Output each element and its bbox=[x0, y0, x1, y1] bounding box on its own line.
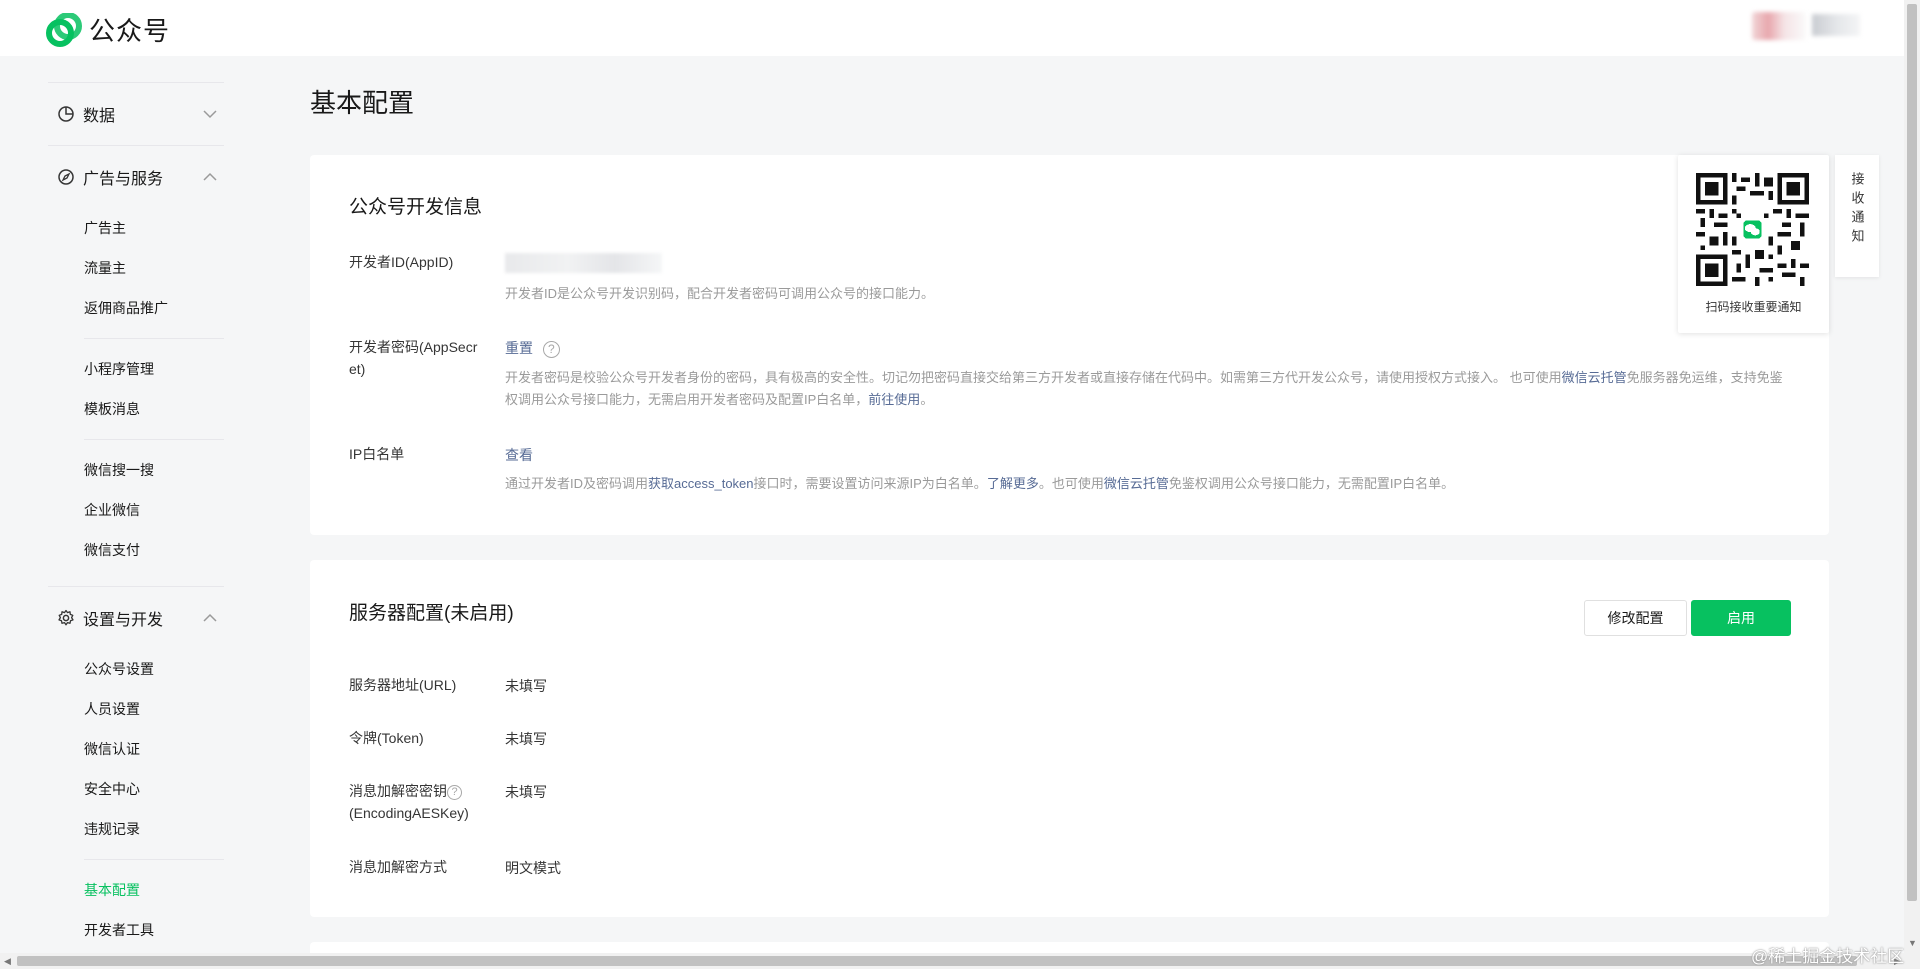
ip-desc-text: 免鉴权调用公众号接口能力，无需配置IP白名单。 bbox=[1168, 476, 1455, 491]
ip-desc-text: 通过开发者ID及密码调用 bbox=[505, 476, 649, 491]
horizontal-scrollbar[interactable]: ◀ ▶ bbox=[0, 953, 1920, 969]
sidebar-item-template-msg[interactable]: 模板消息 bbox=[48, 389, 224, 429]
encrypt-mode-value: 明文模式 bbox=[505, 860, 561, 876]
sidebar-group-label: 数据 bbox=[83, 108, 116, 125]
sidebar-item-dev-tools[interactable]: 开发者工具 bbox=[48, 910, 224, 950]
brand-name: 公众号 bbox=[89, 16, 171, 46]
server-config-card: 服务器配置(未启用) 修改配置 启用 服务器地址(URL) 未填写 令牌(Tok… bbox=[310, 560, 1829, 917]
vertical-scrollbar[interactable]: ▼ bbox=[1904, 0, 1920, 953]
server-url-value: 未填写 bbox=[505, 678, 547, 694]
qr-caption: 扫码接收重要通知 bbox=[1705, 300, 1802, 314]
chevron-up-icon bbox=[202, 610, 218, 626]
avatar[interactable] bbox=[1752, 12, 1806, 40]
receive-notify-label: 接收通知 bbox=[1849, 172, 1865, 248]
gear-icon bbox=[57, 609, 75, 627]
account-menu[interactable] bbox=[1752, 12, 1862, 44]
aeskey-label-sub: (EncodingAESKey) bbox=[349, 805, 469, 821]
appid-value-blurred bbox=[505, 253, 662, 273]
sidebar-item-account-settings[interactable]: 公众号设置 bbox=[48, 649, 224, 689]
sidebar-item-member-settings[interactable]: 人员设置 bbox=[48, 689, 224, 729]
sidebar-item-publisher[interactable]: 流量主 bbox=[48, 248, 224, 288]
qr-code-icon bbox=[1696, 173, 1809, 286]
encrypt-mode-label: 消息加解密方式 bbox=[349, 859, 447, 875]
chevron-up-icon bbox=[202, 169, 218, 185]
sidebar-item-security-center[interactable]: 安全中心 bbox=[48, 769, 224, 809]
scroll-down-arrow-icon[interactable]: ▼ bbox=[1908, 938, 1917, 948]
sidebar-item-miniprogram[interactable]: 小程序管理 bbox=[48, 349, 224, 389]
secret-label: 开发者密码(AppSecret) bbox=[349, 339, 478, 377]
scrollbar-thumb[interactable] bbox=[1907, 4, 1917, 901]
divider bbox=[84, 338, 224, 339]
dev-info-title: 公众号开发信息 bbox=[349, 197, 483, 218]
help-icon[interactable]: ? bbox=[447, 784, 462, 800]
top-bar: 公众号 bbox=[0, 0, 1904, 56]
reset-secret-link[interactable]: 重置 bbox=[505, 340, 533, 356]
aeskey-value: 未填写 bbox=[505, 784, 547, 800]
secret-desc-text: 。 bbox=[920, 392, 934, 407]
aeskey-label-text: 消息加解密密钥 bbox=[349, 783, 447, 799]
sidebar-item-wechat-verify[interactable]: 微信认证 bbox=[48, 729, 224, 769]
sidebar-group-ads-services[interactable]: 广告与服务 bbox=[48, 146, 224, 208]
ip-desc-text: 。也可使用 bbox=[1038, 476, 1104, 491]
cloud-hosting-link[interactable]: 微信云托管 bbox=[1104, 476, 1169, 491]
sidebar-group-data[interactable]: 数据 bbox=[48, 83, 224, 145]
access-token-link[interactable]: 获取access_token bbox=[648, 476, 754, 491]
qr-notify-panel: 扫码接收重要通知 bbox=[1678, 155, 1829, 333]
server-config-title: 服务器配置(未启用) bbox=[349, 603, 514, 624]
sidebar-item-violation-record[interactable]: 违规记录 bbox=[48, 809, 224, 849]
enable-button[interactable]: 启用 bbox=[1691, 600, 1791, 636]
help-icon[interactable]: ? bbox=[542, 340, 560, 358]
sidebar-group-label: 广告与服务 bbox=[83, 171, 164, 188]
sidebar-item-work-wechat[interactable]: 企业微信 bbox=[48, 490, 224, 530]
page-title: 基本配置 bbox=[310, 88, 415, 118]
logo[interactable]: 公众号 bbox=[46, 11, 170, 48]
sidebar-item-advertiser[interactable]: 广告主 bbox=[48, 208, 224, 248]
chevron-down-icon bbox=[202, 106, 218, 122]
dev-info-card: 公众号开发信息 开发者ID(AppID) 开发者ID是公众号开发识别码，配合开发… bbox=[310, 155, 1829, 535]
cloud-hosting-link[interactable]: 微信云托管 bbox=[1562, 370, 1627, 385]
appid-label: 开发者ID(AppID) bbox=[349, 254, 454, 270]
secret-desc: 开发者密码是校验公众号开发者身份的密码，具有极高的安全性。切记勿把密码直接交给第… bbox=[505, 367, 1795, 411]
sidebar: 数据 广告与服务 广告主 流量主 返佣商品推广 小程序管理 模板消息 微信搜一搜… bbox=[48, 56, 224, 950]
appid-desc: 开发者ID是公众号开发识别码，配合开发者密码可调用公众号的接口能力。 bbox=[505, 286, 935, 301]
ip-desc-text: 接口时，需要设置访问来源IP为白名单。 bbox=[753, 476, 987, 491]
token-value: 未填写 bbox=[505, 731, 547, 747]
view-ip-whitelist-link[interactable]: 查看 bbox=[505, 445, 533, 465]
logo-icon bbox=[46, 12, 82, 47]
divider bbox=[84, 439, 224, 440]
receive-notify-tab[interactable]: 接收通知 bbox=[1835, 155, 1879, 277]
pie-chart-icon bbox=[57, 105, 75, 123]
sidebar-group-label: 设置与开发 bbox=[83, 612, 164, 629]
ip-whitelist-label: IP白名单 bbox=[349, 446, 405, 462]
server-url-label: 服务器地址(URL) bbox=[349, 677, 457, 693]
secret-desc-text: 开发者密码是校验公众号开发者身份的密码，具有极高的安全性。切记勿把密码直接交给第… bbox=[505, 370, 1562, 385]
scroll-left-arrow-icon[interactable]: ◀ bbox=[4, 956, 11, 967]
divider bbox=[84, 859, 224, 860]
sidebar-group-settings-dev[interactable]: 设置与开发 bbox=[48, 587, 224, 649]
go-use-link[interactable]: 前往使用 bbox=[868, 392, 920, 407]
learn-more-link[interactable]: 了解更多 bbox=[987, 476, 1039, 491]
scrollbar-thumb[interactable] bbox=[17, 956, 1857, 966]
sidebar-item-basic-config[interactable]: 基本配置 bbox=[48, 870, 224, 910]
sidebar-item-wechat-pay[interactable]: 微信支付 bbox=[48, 530, 224, 570]
sidebar-item-commission-promo[interactable]: 返佣商品推广 bbox=[48, 288, 224, 328]
ip-whitelist-desc: 通过开发者ID及密码调用获取access_token接口时，需要设置访问来源IP… bbox=[505, 473, 1795, 495]
token-label: 令牌(Token) bbox=[349, 730, 424, 746]
sidebar-item-wechat-search[interactable]: 微信搜一搜 bbox=[48, 450, 224, 490]
secret-actions: 重置 ? bbox=[505, 338, 560, 358]
compass-icon bbox=[57, 168, 75, 186]
account-name-blurred[interactable] bbox=[1812, 14, 1860, 36]
modify-config-button[interactable]: 修改配置 bbox=[1584, 600, 1687, 636]
watermark: @稀土掘金技术社区 bbox=[1751, 947, 1905, 966]
aeskey-label: 消息加解密密钥? (EncodingAESKey) bbox=[349, 780, 499, 824]
